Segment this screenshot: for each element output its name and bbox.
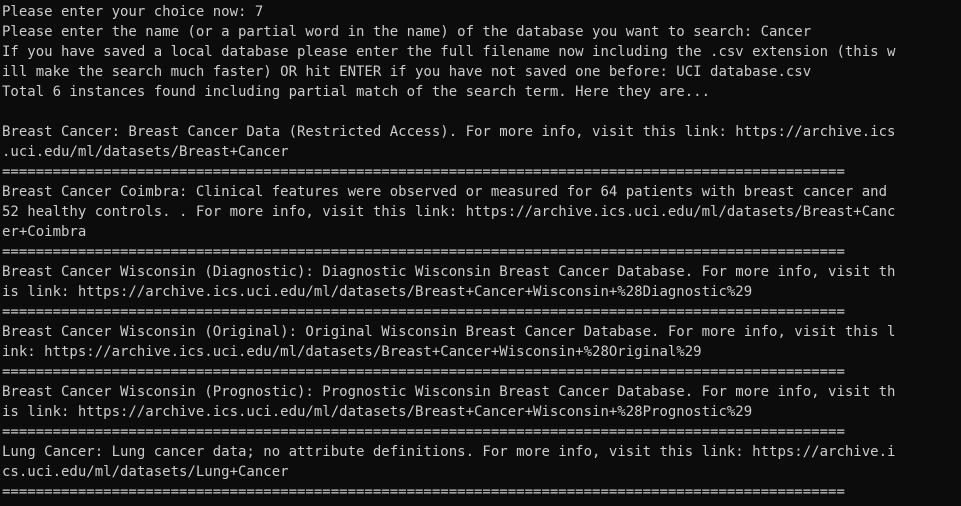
separator: ========================================… [2, 484, 845, 500]
separator: ========================================… [2, 304, 845, 320]
result-wisconsin-diagnostic-link: is link: https://archive.ics.uci.edu/ml/… [2, 284, 753, 300]
result-wisconsin-prognostic: Breast Cancer Wisconsin (Prognostic): Pr… [2, 384, 896, 400]
result-lung-cancer-link: cs.uci.edu/ml/datasets/Lung+Cancer [2, 464, 289, 480]
separator: ========================================… [2, 424, 845, 440]
result-lung-cancer: Lung Cancer: Lung cancer data; no attrib… [2, 444, 896, 460]
result-breast-cancer-link: .uci.edu/ml/datasets/Breast+Cancer [2, 144, 289, 160]
console-window[interactable]: Please enter your choice now: 7 Please e… [0, 0, 961, 506]
result-wisconsin-original: Breast Cancer Wisconsin (Original): Orig… [2, 324, 896, 340]
result-wisconsin-prognostic-link: is link: https://archive.ics.uci.edu/ml/… [2, 404, 753, 420]
separator: ========================================… [2, 364, 845, 380]
separator: ========================================… [2, 164, 845, 180]
result-breast-cancer-coimbra: Breast Cancer Coimbra: Clinical features… [2, 184, 888, 200]
result-breast-cancer-coimbra-cont: 52 healthy controls. . For more info, vi… [2, 204, 896, 220]
console-line-prompt-file: If you have saved a local database pleas… [2, 44, 896, 60]
result-breast-cancer-coimbra-link: er+Coimbra [2, 224, 87, 240]
separator: ========================================… [2, 244, 845, 260]
result-wisconsin-diagnostic: Breast Cancer Wisconsin (Diagnostic): Di… [2, 264, 896, 280]
console-line-prompt-name: Please enter the name (or a partial word… [2, 24, 812, 40]
result-breast-cancer: Breast Cancer: Breast Cancer Data (Restr… [2, 124, 896, 140]
console-line-prompt-choice: Please enter your choice now: 7 [2, 4, 264, 20]
console-line-prompt-file-cont: ill make the search much faster) OR hit … [2, 64, 812, 80]
result-wisconsin-original-link: ink: https://archive.ics.uci.edu/ml/data… [2, 344, 702, 360]
console-line-total: Total 6 instances found including partia… [2, 84, 711, 100]
